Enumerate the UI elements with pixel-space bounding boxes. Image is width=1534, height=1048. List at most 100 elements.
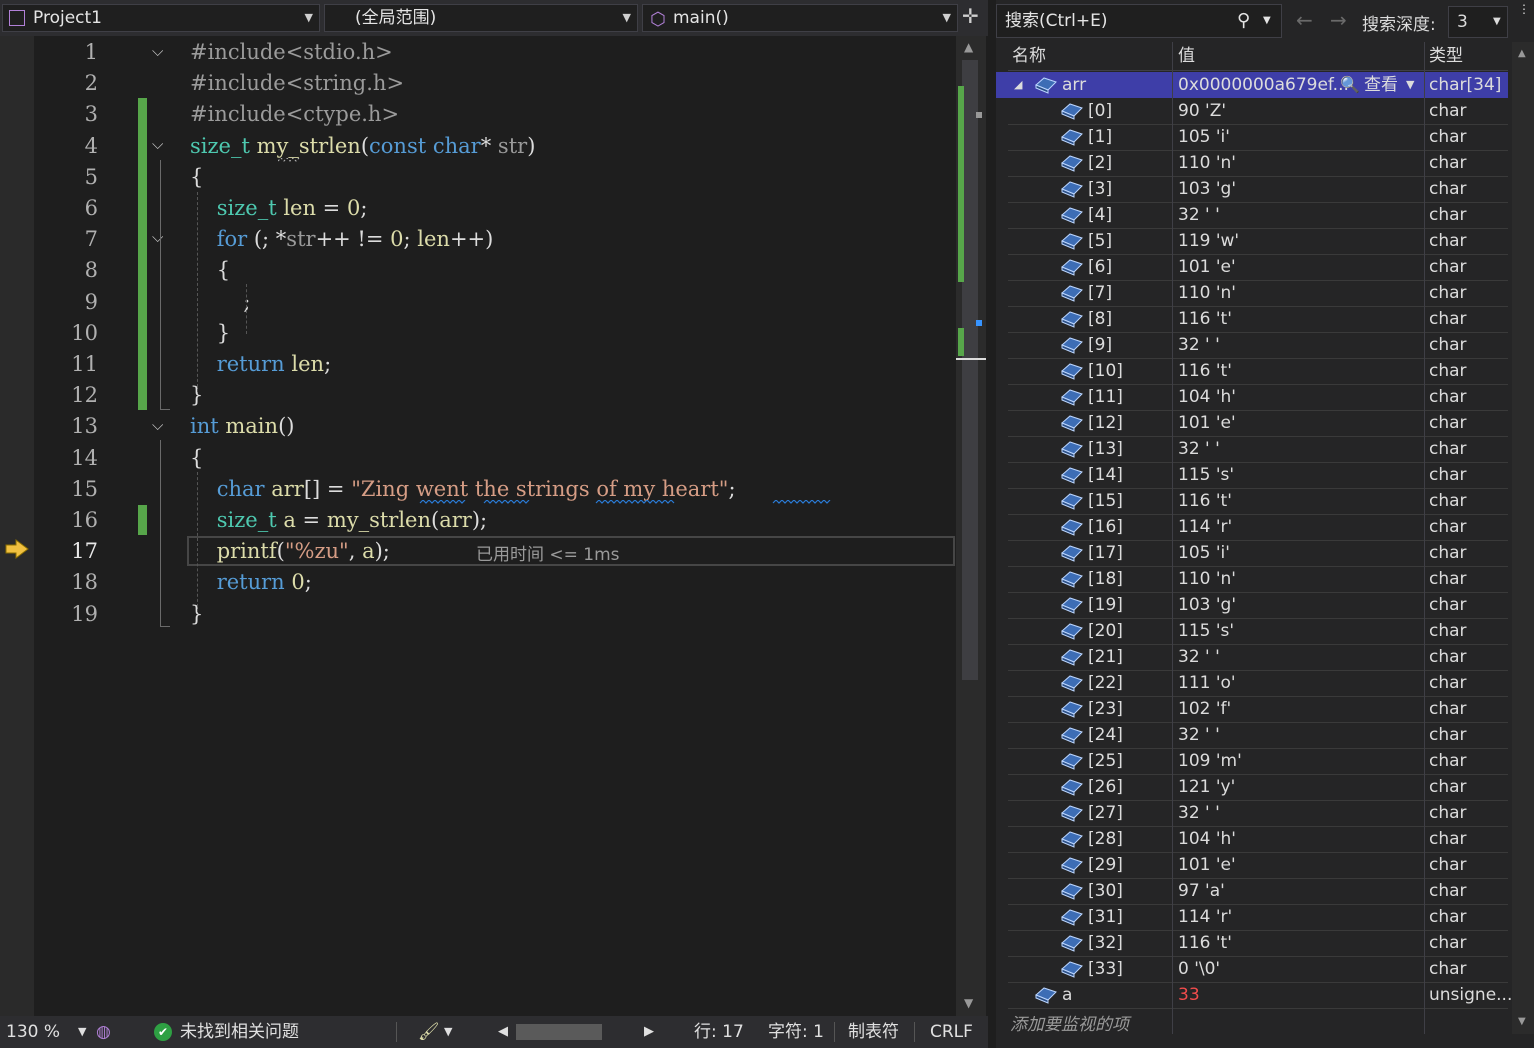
- search-depth-dropdown[interactable]: 3 ▼: [1448, 6, 1508, 38]
- watch-value[interactable]: 103 'g': [1178, 592, 1236, 618]
- search-back-icon[interactable]: ←: [1296, 8, 1313, 32]
- scroll-up-icon[interactable]: ▲: [964, 40, 973, 54]
- split-icon[interactable]: ✛: [962, 4, 979, 28]
- code-line[interactable]: #include<ctype.h>: [190, 102, 399, 126]
- code-line[interactable]: }: [190, 321, 230, 345]
- code-line[interactable]: #include<string.h>: [190, 71, 404, 95]
- scroll-down-icon[interactable]: ▼: [1518, 1016, 1526, 1027]
- watch-row[interactable]: [25] 109 'm' char: [1008, 748, 1508, 775]
- watch-row[interactable]: [26] 121 'y' char: [1008, 774, 1508, 801]
- watch-row[interactable]: [20] 115 's' char: [1008, 618, 1508, 645]
- watch-row[interactable]: [31] 114 'r' char: [1008, 904, 1508, 931]
- code-line[interactable]: #include<stdio.h>: [190, 40, 393, 64]
- watch-row[interactable]: [32] 116 't' char: [1008, 930, 1508, 957]
- code-line[interactable]: int main(): [190, 414, 294, 438]
- line-ending[interactable]: CRLF: [930, 1016, 973, 1048]
- watch-row[interactable]: [16] 114 'r' char: [1008, 514, 1508, 541]
- watch-value[interactable]: 90 'Z': [1178, 98, 1226, 124]
- watch-row[interactable]: [13] 32 ' ' char: [1008, 436, 1508, 463]
- code-line[interactable]: size_t a = my_strlen(arr);: [190, 508, 487, 532]
- watch-row[interactable]: [11] 104 'h' char: [1008, 384, 1508, 411]
- watch-value[interactable]: 33: [1178, 982, 1200, 1008]
- watch-value[interactable]: 104 'h': [1178, 826, 1236, 852]
- watch-row[interactable]: [12] 101 'e' char: [1008, 410, 1508, 437]
- column-number[interactable]: 字符: 1: [768, 1016, 824, 1048]
- watch-search-box[interactable]: 搜索(Ctrl+E) ⚲ ▼: [996, 4, 1282, 38]
- scroll-down-icon[interactable]: ▼: [964, 996, 973, 1010]
- line-number[interactable]: 行: 17: [694, 1016, 744, 1048]
- watch-value[interactable]: 114 'r': [1178, 904, 1232, 930]
- watch-value[interactable]: 116 't': [1178, 930, 1232, 956]
- watch-value[interactable]: 102 'f': [1178, 696, 1231, 722]
- visualizer-view[interactable]: 查看: [1364, 72, 1398, 98]
- horizontal-scroll-thumb[interactable]: [516, 1024, 602, 1040]
- search-forward-icon[interactable]: →: [1330, 8, 1347, 32]
- code-line[interactable]: for (; *str++ != 0; len++): [190, 227, 494, 251]
- fold-chevron-icon[interactable]: ⌵: [152, 42, 170, 60]
- scroll-thumb[interactable]: [962, 60, 978, 680]
- watch-value[interactable]: 104 'h': [1178, 384, 1236, 410]
- column-header-name[interactable]: 名称: [1012, 42, 1046, 70]
- vertical-scrollbar[interactable]: ▲ ▼: [956, 36, 986, 1016]
- watch-row[interactable]: [33] 0 '\0' char: [1008, 956, 1508, 983]
- scroll-right-icon[interactable]: ▶: [644, 1016, 654, 1048]
- watch-row[interactable]: [17] 105 'i' char: [1008, 540, 1508, 567]
- watch-value[interactable]: 103 'g': [1178, 176, 1236, 202]
- code-line[interactable]: char arr[] = "Zing went the strings of m…: [190, 477, 736, 501]
- watch-row[interactable]: [28] 104 'h' char: [1008, 826, 1508, 853]
- watch-value[interactable]: 32 ' ': [1178, 800, 1220, 826]
- chevron-down-icon[interactable]: ▼: [78, 1016, 86, 1048]
- watch-value[interactable]: 32 ' ': [1178, 436, 1220, 462]
- code-line[interactable]: ;: [190, 290, 250, 314]
- watch-row-arr[interactable]: ◢ arr 0x0000000a679ef... 🔍 查看 ▼ char[34]: [996, 72, 1508, 98]
- magnifier-icon[interactable]: 🔍: [1340, 72, 1360, 98]
- indentation-mode[interactable]: 制表符: [848, 1016, 899, 1048]
- watch-value[interactable]: 116 't': [1178, 488, 1232, 514]
- watch-row[interactable]: [15] 116 't' char: [1008, 488, 1508, 515]
- code-line[interactable]: {: [190, 446, 203, 470]
- watch-row[interactable]: [3] 103 'g' char: [1008, 176, 1508, 203]
- watch-row[interactable]: [10] 116 't' char: [1008, 358, 1508, 385]
- watch-row[interactable]: [5] 119 'w' char: [1008, 228, 1508, 255]
- watch-value[interactable]: 101 'e': [1178, 852, 1236, 878]
- issues-status[interactable]: 未找到相关问题: [180, 1016, 299, 1048]
- watch-value[interactable]: 115 's': [1178, 462, 1234, 488]
- watch-value[interactable]: 97 'a': [1178, 878, 1225, 904]
- code-line[interactable]: return len;: [190, 352, 331, 376]
- watch-row[interactable]: [19] 103 'g' char: [1008, 592, 1508, 619]
- watch-row[interactable]: [9] 32 ' ' char: [1008, 332, 1508, 359]
- add-watch-placeholder[interactable]: 添加要监视的项: [1010, 1010, 1129, 1035]
- watch-value[interactable]: 111 'o': [1178, 670, 1236, 696]
- watch-value[interactable]: 116 't': [1178, 358, 1232, 384]
- column-header-type[interactable]: 类型: [1429, 42, 1463, 70]
- watch-value[interactable]: 105 'i': [1178, 124, 1230, 150]
- watch-row[interactable]: [23] 102 'f' char: [1008, 696, 1508, 723]
- watch-value[interactable]: 105 'i': [1178, 540, 1230, 566]
- collapse-triangle-icon[interactable]: ◢: [1014, 72, 1022, 98]
- code-line[interactable]: size_t len = 0;: [190, 196, 368, 220]
- chevron-down-icon[interactable]: ▼: [1406, 72, 1414, 98]
- watch-value[interactable]: 0 '\0': [1178, 956, 1220, 982]
- copilot-icon[interactable]: ◍: [96, 1016, 111, 1048]
- watch-row[interactable]: [2] 110 'n' char: [1008, 150, 1508, 177]
- watch-value[interactable]: 119 'w': [1178, 228, 1239, 254]
- watch-row[interactable]: [24] 32 ' ' char: [1008, 722, 1508, 749]
- watch-value[interactable]: 109 'm': [1178, 748, 1242, 774]
- watch-value[interactable]: 110 'n': [1178, 280, 1236, 306]
- watch-value[interactable]: 101 'e': [1178, 254, 1236, 280]
- watch-value[interactable]: 32 ' ': [1178, 202, 1220, 228]
- watch-row[interactable]: [29] 101 'e' char: [1008, 852, 1508, 879]
- fold-chevron-icon[interactable]: ⌵: [152, 228, 170, 246]
- watch-row[interactable]: [1] 105 'i' char: [1008, 124, 1508, 151]
- watch-row[interactable]: [30] 97 'a' char: [1008, 878, 1508, 905]
- watch-value[interactable]: 32 ' ': [1178, 722, 1220, 748]
- fold-chevron-icon[interactable]: ⌵: [152, 135, 170, 153]
- watch-row[interactable]: [21] 32 ' ' char: [1008, 644, 1508, 671]
- watch-value[interactable]: 116 't': [1178, 306, 1232, 332]
- code-line[interactable]: size_t my_strlen(const char* str): [190, 134, 535, 158]
- code-line[interactable]: return 0;: [190, 570, 312, 594]
- watch-row[interactable]: [0] 90 'Z' char: [1008, 98, 1508, 125]
- code-line[interactable]: {: [190, 258, 230, 282]
- watch-value[interactable]: 32 ' ': [1178, 332, 1220, 358]
- code-line[interactable]: {: [190, 165, 203, 189]
